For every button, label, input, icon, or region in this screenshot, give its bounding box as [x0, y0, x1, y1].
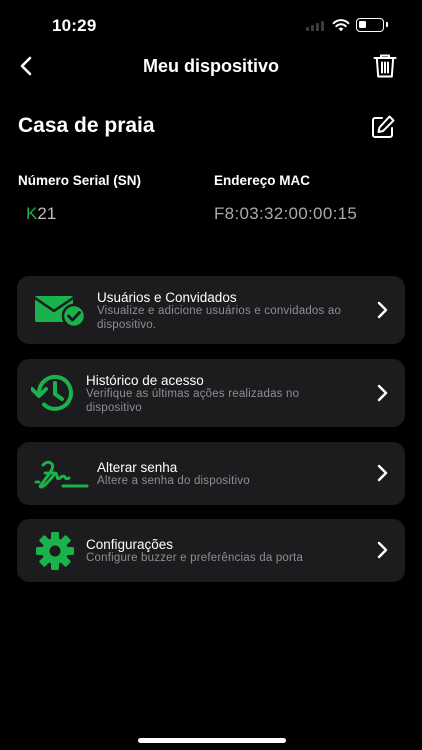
serial-value: K21	[26, 204, 56, 224]
edit-name-button[interactable]	[368, 112, 398, 142]
menu-desc-settings: Configure buzzer e preferências da porta	[86, 552, 304, 564]
device-name: Casa de praia	[18, 114, 155, 137]
menu-desc-history: Verifique as últimas ações realizadas no…	[86, 388, 300, 414]
mail-check-icon	[33, 292, 89, 328]
delete-button[interactable]	[370, 51, 400, 81]
menu-item-users[interactable]: Usuários e Convidados Visualize e adicio…	[17, 276, 405, 344]
signature-icon	[33, 456, 89, 490]
menu-item-change-password[interactable]: Alterar senha Altere a senha do disposit…	[17, 442, 405, 505]
home-indicator[interactable]	[138, 738, 286, 743]
gear-icon	[35, 531, 75, 571]
history-icon	[31, 371, 79, 415]
wifi-icon	[332, 19, 350, 32]
mac-value: F8:03:32:00:00:15	[214, 204, 358, 223]
chevron-right-icon	[375, 540, 389, 560]
menu-title-history: Histórico de acesso	[86, 373, 204, 388]
battery-tip	[386, 22, 388, 27]
chevron-right-icon	[375, 300, 389, 320]
chevron-right-icon	[375, 463, 389, 483]
menu-title-settings: Configurações	[86, 537, 174, 552]
menu-item-settings[interactable]: Configurações Configure buzzer e preferê…	[17, 519, 405, 582]
signal-icon	[306, 21, 324, 31]
battery-icon	[356, 18, 384, 32]
edit-icon	[372, 115, 395, 138]
menu-item-history[interactable]: Histórico de acesso Verifique as últimas…	[17, 359, 405, 427]
menu-title-users: Usuários e Convidados	[97, 290, 237, 305]
page-title: Meu dispositivo	[142, 56, 279, 76]
mac-label: Endereço MAC	[214, 173, 311, 188]
menu-desc-password: Altere a senha do dispositivo	[97, 475, 250, 487]
menu-title-password: Alterar senha	[97, 460, 178, 475]
chevron-right-icon	[375, 383, 389, 403]
trash-icon	[373, 54, 397, 78]
nav-header: Meu dispositivo	[0, 48, 422, 86]
status-time: 10:29	[52, 16, 97, 35]
serial-prefix: K	[26, 204, 38, 223]
menu-desc-users: Visualize e adicione usuários e convidad…	[97, 305, 342, 331]
serial-label: Número Serial (SN)	[18, 173, 142, 188]
status-bar: 10:29	[0, 0, 422, 48]
serial-number: 21	[37, 204, 57, 223]
